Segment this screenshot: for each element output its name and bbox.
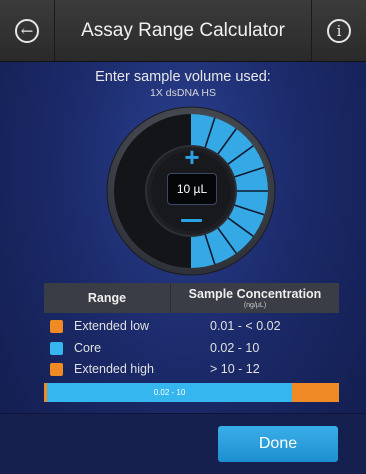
volume-prompt: Enter sample volume used: [95,69,271,85]
concentration-header-label: Sample Concentration [188,287,322,301]
range-value: 0.01 - < 0.02 [210,319,281,333]
range-label: Extended high [74,362,154,376]
range-row-core: Core 0.02 - 10 [50,339,340,357]
range-row-extended-low: Extended low 0.01 - < 0.02 [50,317,340,335]
range-row-extended-high: Extended high > 10 - 12 [50,360,340,378]
extended-high-swatch [50,362,63,376]
range-bar: 0.02 - 10 [44,383,339,402]
back-button[interactable]: ← [0,0,55,61]
done-button[interactable]: Done [218,426,338,462]
app-header: ← Assay Range Calculator i [0,0,366,62]
core-swatch [50,341,63,355]
range-bar-core: 0.02 - 10 [47,383,292,402]
range-column-header: Range [87,291,127,305]
range-label: Extended low [74,319,150,333]
concentration-column-header: Sample Concentration (ng/µL) [170,283,339,313]
range-value: 0.02 - 10 [210,341,260,355]
page-title: Assay Range Calculator [81,19,285,41]
concentration-unit: (ng/µL) [243,302,267,309]
extended-low-swatch [50,319,63,333]
assay-name: 1X dsDNA HS [150,87,216,99]
decrease-volume-button[interactable] [181,219,202,222]
volume-value: 10 µL [167,173,217,205]
info-button[interactable]: i [311,0,366,61]
info-icon: i [327,18,351,43]
increase-volume-button[interactable]: + [180,144,204,170]
range-table-header: Range Sample Concentration (ng/µL) [44,283,339,313]
range-label: Core [74,341,102,355]
back-arrow-icon: ← [15,18,39,43]
range-value: > 10 - 12 [210,362,260,376]
